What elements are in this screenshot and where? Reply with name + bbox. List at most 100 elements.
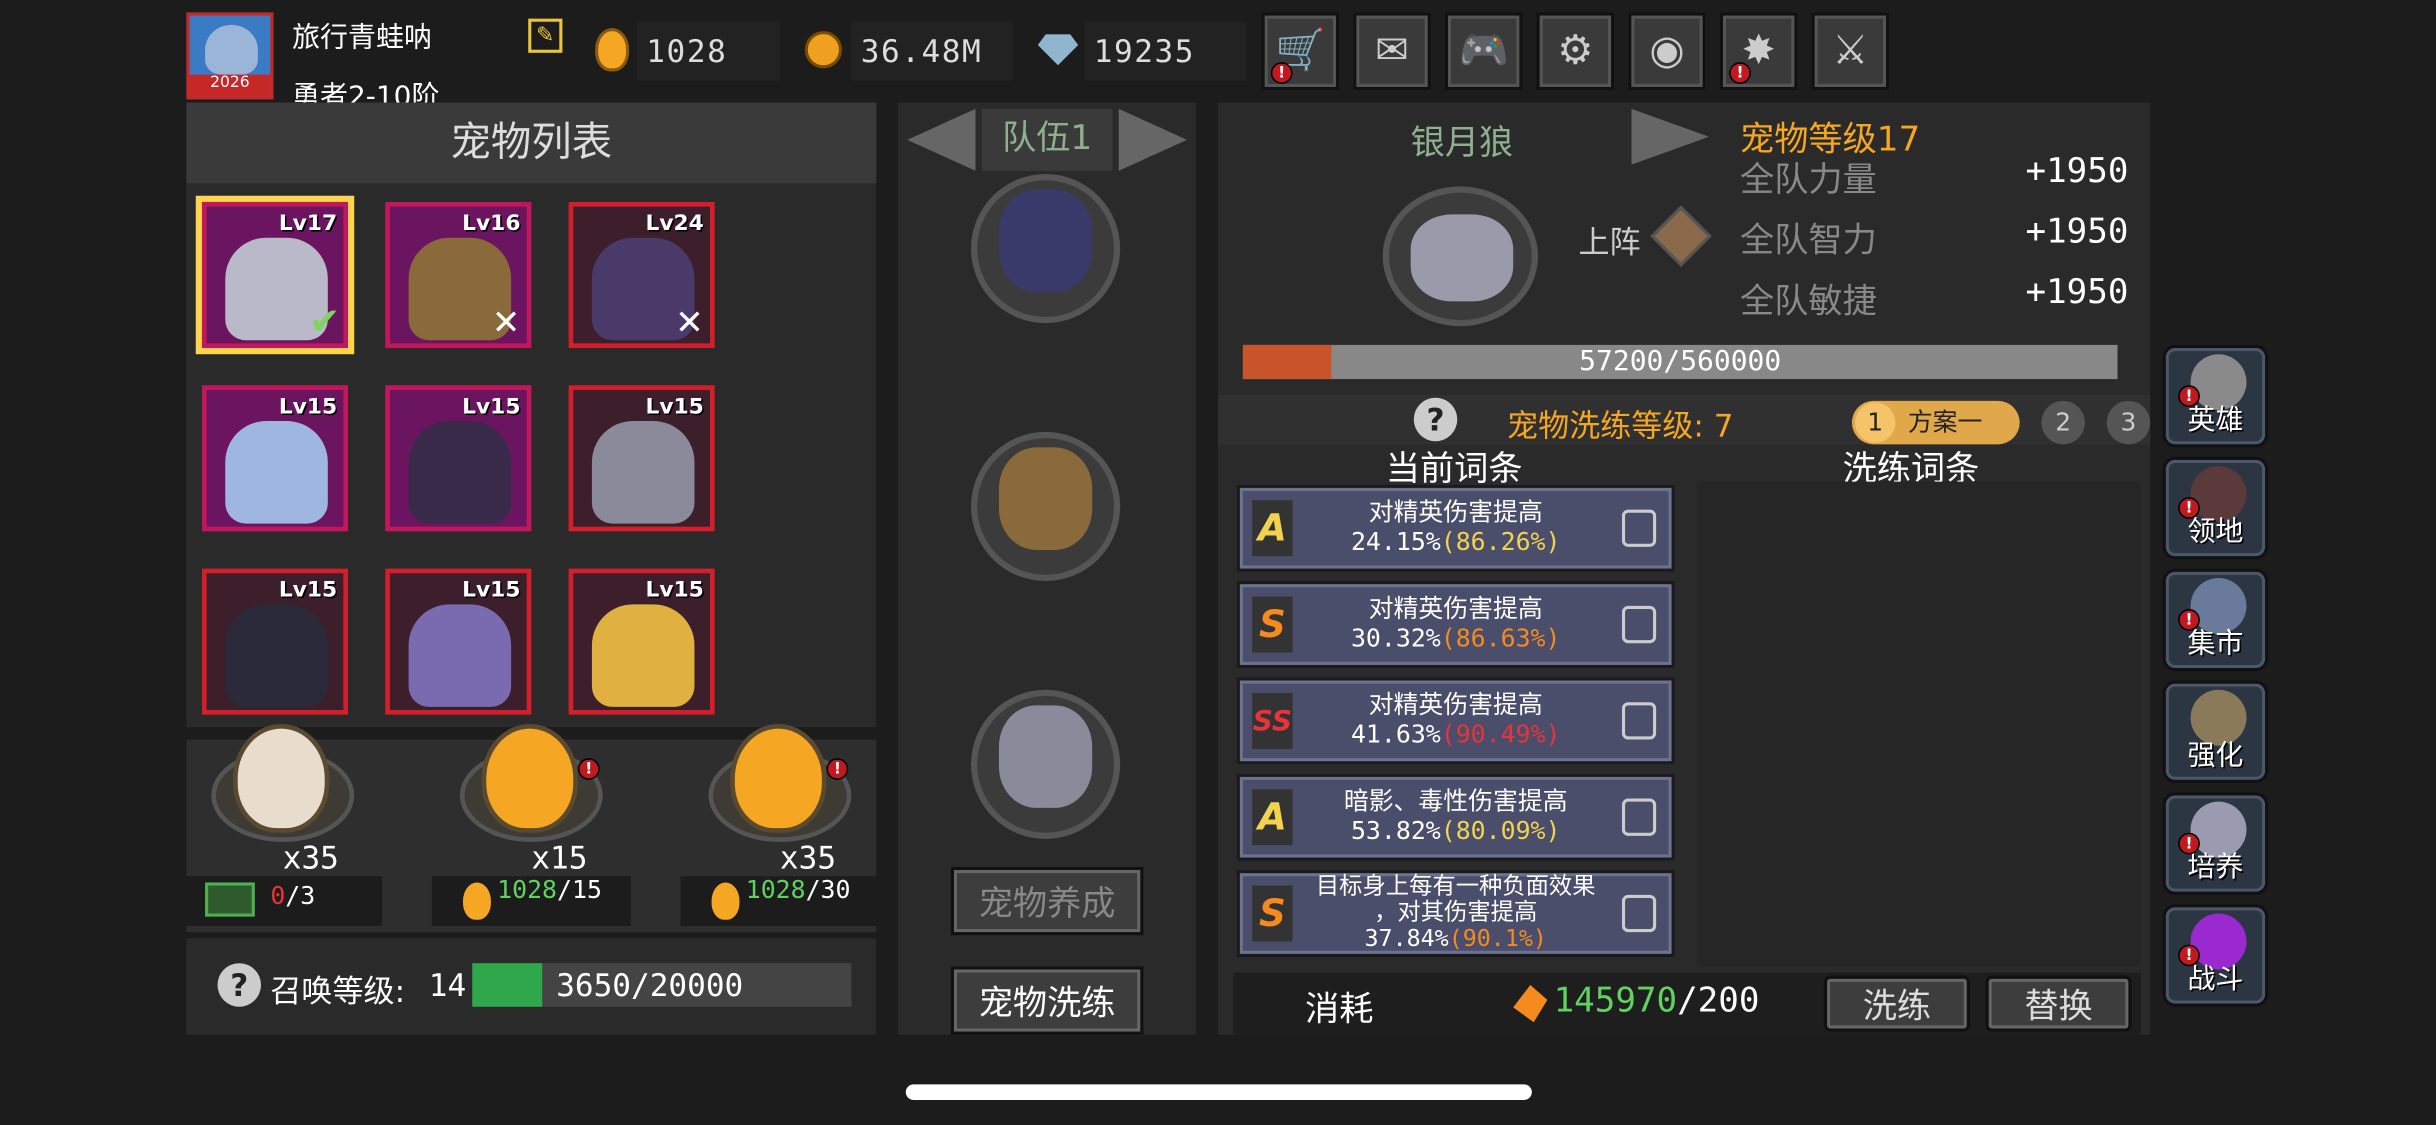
help-icon[interactable]: ? (217, 963, 262, 1007)
lock-icon[interactable] (1621, 702, 1657, 740)
pet-card[interactable]: Lv15 (385, 568, 532, 715)
pet-level-label: Lv15 (278, 394, 338, 420)
pet-card[interactable]: Lv15 (568, 385, 715, 532)
alert-badge-icon: ! (1729, 62, 1751, 84)
pet-creature (591, 604, 695, 707)
player-avatar[interactable]: 2026 (186, 12, 274, 100)
affix-value: 41.63%(90.49%) (1302, 719, 1610, 749)
alert-badge-icon: ! (2178, 385, 2200, 408)
affix-row[interactable]: SS 对精英伤害提高 41.63%(90.49%) (1236, 677, 1675, 765)
side-menu-3-button[interactable]: 集市! (2162, 568, 2269, 672)
avatar-year-badge: 2026 (189, 74, 271, 97)
refine-help-icon[interactable]: ? (1413, 397, 1458, 442)
lock-icon[interactable] (1621, 894, 1657, 933)
alert-badge-icon: ! (2178, 944, 2200, 967)
shop-cart-button[interactable]: 🛒! (1261, 12, 1340, 91)
egg-count-value: 1028 (646, 32, 728, 70)
lock-icon[interactable] (1621, 798, 1657, 836)
pet-list-header: 宠物列表 (186, 102, 877, 184)
refine-plan-tab[interactable]: 1 方案一 (1851, 400, 2020, 445)
pet-level-label: Lv15 (462, 577, 521, 603)
cost-have: 145970 (1553, 981, 1678, 1021)
gamepad-button[interactable]: 🎮 (1444, 12, 1523, 91)
affix-row[interactable]: S 目标身上每有一种负面效果 ，对其伤害提高 37.84%(90.1%) (1236, 870, 1675, 958)
refine-button[interactable]: 洗练 (1823, 975, 1970, 1032)
pet-card[interactable]: Lv15 (201, 568, 349, 715)
pet-raise-button[interactable]: 宠物养成 (950, 866, 1144, 936)
pet-card[interactable]: Lv15 (568, 568, 715, 715)
refine-plan-tab[interactable]: 3 (2106, 400, 2151, 445)
refine-button-label: 洗练 (1862, 988, 1932, 1027)
affix-text: 对精英伤害提高 30.32%(86.63%) (1302, 593, 1610, 652)
egg-cost-text: 1028/30 (746, 877, 870, 902)
affix-row[interactable]: A 暗影、毒性伤害提高 53.82%(80.09%) (1236, 773, 1675, 861)
egg-icon[interactable] (233, 723, 330, 833)
replace-button[interactable]: 替换 (1985, 975, 2132, 1032)
pet-creature (408, 604, 512, 707)
lock-icon[interactable] (1621, 605, 1657, 644)
egg-cost-box: 1028/30 (680, 876, 880, 926)
diamond-icon (1037, 34, 1079, 66)
affix-text: 暗影、毒性伤害提高 53.82%(80.09%) (1302, 786, 1610, 845)
egg-cost-text: 0/3 (270, 883, 394, 908)
pet-portrait (1382, 186, 1539, 327)
refine-plan-tab[interactable]: 2 (2041, 400, 2085, 445)
team-slot[interactable] (971, 431, 1121, 582)
egg-cost-need: /3 (285, 880, 316, 911)
avatar-creature (205, 24, 258, 75)
home-indicator[interactable] (905, 1084, 1532, 1100)
egg-stock-count: x35 (282, 838, 339, 877)
deployed-cross-icon: ✕ (491, 304, 521, 344)
pet-card[interactable]: Lv15 (385, 385, 532, 532)
pet-card[interactable]: Lv17 ✔ (201, 201, 349, 349)
affix-percent: (90.1%) (1448, 924, 1547, 953)
side-menu-2-button[interactable]: 领地! (2162, 456, 2269, 560)
alert-badge-icon: ! (577, 758, 600, 780)
gold-count-value: 36.48M (860, 32, 983, 70)
plan-label: 方案一 (1907, 407, 1983, 437)
pet-card[interactable]: Lv16 ✕ (385, 201, 532, 349)
fireworks-button[interactable]: ✸! (1719, 12, 1798, 91)
team-slot[interactable] (971, 689, 1121, 839)
affix-row[interactable]: S 对精英伤害提高 30.32%(86.63%) (1236, 581, 1675, 669)
cost-amount: 145970/200 (1554, 982, 1760, 1021)
pet-card[interactable]: Lv15 (201, 385, 349, 532)
stat-label: 全队力量 (1740, 161, 1877, 201)
affix-row[interactable]: A 对精英伤害提高 24.15%(86.26%) (1236, 484, 1675, 572)
egg-icon[interactable] (481, 723, 578, 833)
affix-value: ，对其伤害提高 (1302, 897, 1610, 926)
side-menu-1-button[interactable]: 英雄! (2162, 344, 2269, 448)
refine-level: 宠物洗练等级: 7 (1506, 407, 1734, 445)
affix-value-number: ，对其伤害提高 (1374, 897, 1538, 926)
egg-cost-have: 1028 (745, 874, 806, 905)
color-wheel-button[interactable]: ◉ (1628, 12, 1706, 91)
side-menu-4-button[interactable]: 强化 (2162, 680, 2269, 784)
edit-name-icon[interactable]: ✎ (528, 18, 563, 53)
pet-card[interactable]: Lv24 ✕ (568, 201, 715, 349)
affix-desc: 对精英伤害提高 (1368, 593, 1543, 623)
affix-value-line: 37.84%(90.1%) (1302, 924, 1610, 953)
crossed-swords-button[interactable]: ⚔ (1811, 12, 1890, 91)
egg-cost-box: 1028/15 (431, 876, 631, 926)
team-slot[interactable] (971, 174, 1121, 324)
mail-button[interactable]: ✉ (1353, 12, 1431, 91)
stat-value: +1950 (2025, 152, 2129, 192)
stat-row: 全队智力 +1950 (1740, 213, 2128, 263)
stat-label: 全队智力 (1740, 222, 1877, 262)
pet-level-label: Lv15 (278, 577, 338, 603)
side-menu-5-button[interactable]: 培养! (2162, 792, 2269, 895)
video-ad-icon[interactable] (205, 882, 255, 917)
pet-creature (408, 421, 512, 524)
gear-button[interactable]: ⚙ (1536, 12, 1615, 91)
side-menu-6-button[interactable]: 战斗! (2162, 904, 2269, 1007)
pet-refine-tab-button[interactable]: 宠物洗练 (950, 966, 1144, 1035)
egg-icon[interactable] (730, 723, 827, 833)
side-menu-label: 强化 (2187, 739, 2244, 773)
egg-count: 1028 (636, 21, 780, 81)
lock-icon[interactable] (1621, 509, 1657, 547)
team-slot-creature (998, 447, 1093, 550)
alert-badge-icon: ! (2178, 609, 2200, 631)
exp-bar: 57200/560000 (1242, 344, 2118, 380)
egg-cost-box: 0/3 (183, 876, 383, 926)
cost-need: /200 (1677, 981, 1760, 1021)
